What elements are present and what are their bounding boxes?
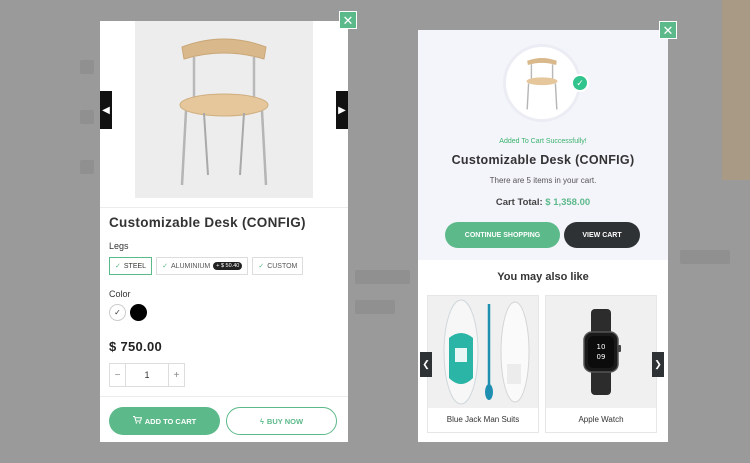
cart-summary-panel: ✓ Added To Cart Successfully! Customizab… [418, 30, 668, 260]
chair-image [526, 57, 558, 110]
color-label: Color [109, 289, 131, 299]
added-product-title: Customizable Desk (CONFIG) [451, 153, 635, 167]
divider [100, 396, 348, 397]
check-icon: ✓ [258, 263, 265, 270]
close-icon: ✕ [342, 12, 354, 28]
success-message: Added To Cart Successfully! [499, 138, 587, 145]
legs-option-custom[interactable]: ✓ CUSTOM [252, 257, 304, 275]
background-image-strip [722, 0, 750, 180]
add-to-cart-label: ADD TO CART [144, 416, 197, 426]
cart-modal-close-button[interactable]: ✕ [659, 21, 677, 39]
paddle-board-image [428, 296, 538, 408]
cart-item-count: There are 5 items in your cart. [489, 176, 597, 185]
recommendation-name: Blue Jack Man Suits [446, 415, 520, 424]
cart-total-value: $ 1,358.00 [545, 197, 591, 208]
legs-option-label: CUSTOM [267, 262, 298, 270]
chair-image [179, 38, 269, 185]
image-next-button[interactable]: ▶ [336, 91, 348, 129]
background-text [80, 60, 94, 74]
cart-total-label: Cart Total: [495, 197, 543, 208]
background-text [80, 160, 94, 174]
recommendation-card[interactable]: Blue Jack Man Suits [427, 295, 539, 433]
continue-shopping-button[interactable]: CONTINUE SHOPPING [445, 222, 560, 248]
background-text [355, 300, 395, 314]
chevron-right-icon: ▶ [338, 104, 346, 116]
quick-view-close-button[interactable]: ✕ [339, 11, 357, 29]
divider [100, 207, 348, 208]
lightning-icon: ϟ [259, 416, 264, 426]
quantity-input[interactable]: 1 [126, 364, 168, 386]
product-image [135, 21, 313, 198]
view-cart-button[interactable]: VIEW CART [564, 222, 640, 248]
recommendation-name: Apple Watch [578, 415, 624, 424]
legs-option-label: STEEL [123, 262, 147, 270]
legs-option-aluminium[interactable]: ✓ ALUMINIUM + $ 50.40 [156, 257, 249, 275]
close-icon: ✕ [662, 22, 674, 38]
image-prev-button[interactable]: ◀ [100, 91, 112, 129]
chevron-left-icon: ❮ [422, 359, 430, 369]
color-swatch-black[interactable] [130, 304, 147, 321]
background-text [355, 270, 410, 284]
svg-text:09: 09 [597, 353, 606, 361]
price-extra-badge: + $ 50.40 [213, 262, 243, 270]
quantity-stepper: − 1 + [109, 363, 185, 387]
cart-icon [132, 416, 142, 426]
svg-text:10: 10 [597, 343, 606, 351]
legs-option-label: ALUMINIUM [170, 262, 211, 270]
quantity-decrease-button[interactable]: − [110, 364, 126, 386]
background-text [680, 250, 730, 264]
cart-total: Cart Total: $ 1,358.00 [418, 197, 668, 208]
recommendation-card[interactable]: 10 09 Apple Watch [545, 295, 657, 433]
quantity-increase-button[interactable]: + [168, 364, 184, 386]
product-title: Customizable Desk (CONFIG) [109, 215, 306, 230]
success-check-icon: ✓ [571, 74, 589, 92]
color-options: ✓ [109, 304, 147, 321]
carousel-prev-button[interactable]: ❮ [420, 352, 432, 377]
carousel-next-button[interactable]: ❯ [652, 352, 664, 377]
chevron-right-icon: ❯ [654, 359, 662, 369]
color-swatch-white[interactable]: ✓ [109, 304, 126, 321]
product-price: $ 750.00 [109, 339, 163, 354]
check-icon: ✓ [162, 263, 168, 270]
added-product-thumbnail [503, 44, 581, 122]
legs-label: Legs [109, 241, 129, 251]
quick-view-modal: ◀ ▶ Customizable Desk (CONFIG) Legs ✓ ST… [100, 21, 348, 442]
buy-now-label: BUY NOW [266, 416, 304, 426]
chevron-left-icon: ◀ [102, 104, 110, 116]
legs-option-steel[interactable]: ✓ STEEL [109, 257, 153, 275]
apple-watch-image: 10 09 [546, 296, 656, 408]
add-to-cart-button[interactable]: ADD TO CART [109, 407, 220, 435]
background-text [80, 110, 94, 124]
check-icon: ✓ [114, 308, 121, 317]
check-icon: ✓ [115, 263, 121, 270]
recommendations-title: You may also like [497, 271, 589, 283]
buy-now-button[interactable]: ϟ BUY NOW [226, 407, 337, 435]
legs-options: ✓ STEEL ✓ ALUMINIUM + $ 50.40 ✓ CUSTOM [109, 257, 304, 275]
cart-confirmation-modal: ✓ Added To Cart Successfully! Customizab… [418, 30, 668, 442]
